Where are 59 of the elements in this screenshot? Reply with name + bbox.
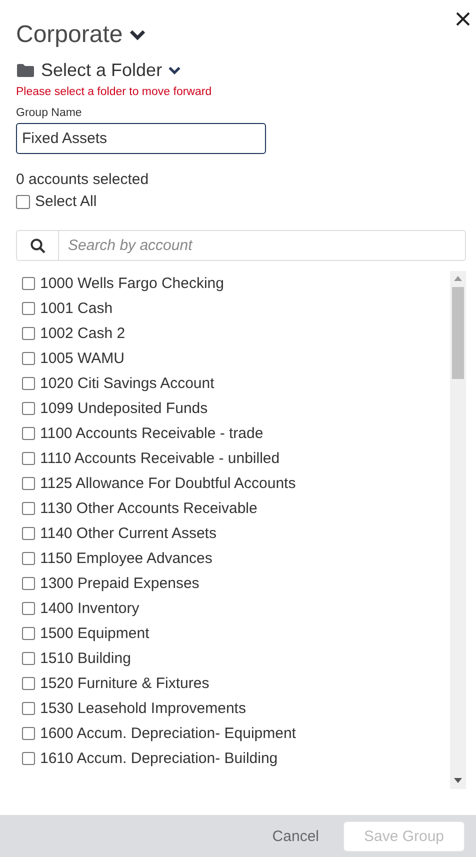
account-label[interactable]: 1300 Prepaid Expenses <box>40 575 200 592</box>
account-label[interactable]: 1530 Leasehold Improvements <box>40 700 246 717</box>
account-label[interactable]: 1000 Wells Fargo Checking <box>40 275 224 292</box>
checkbox[interactable] <box>16 194 30 208</box>
account-label[interactable]: 1125 Allowance For Doubtful Accounts <box>40 475 296 492</box>
checkbox[interactable] <box>22 627 35 640</box>
field-label: Group Name <box>16 107 83 119</box>
account-label[interactable]: 1150 Employee Advances <box>40 550 212 567</box>
account-label[interactable]: 1400 Inventory <box>40 600 140 617</box>
dialog-title: Corporate <box>16 21 123 49</box>
checkbox[interactable] <box>22 427 35 440</box>
checkbox[interactable] <box>22 702 35 715</box>
account-label[interactable]: 1140 Other Current Assets <box>40 525 216 542</box>
folder-selector[interactable]: Select a Folder <box>41 60 162 80</box>
cancel-button[interactable]: Cancel <box>268 824 323 848</box>
account-label[interactable]: 1005 WAMU <box>40 350 124 367</box>
account-label[interactable]: 1110 Accounts Receivable - unbilled <box>40 450 280 467</box>
scroll-up-icon[interactable] <box>454 276 462 281</box>
account-label[interactable]: 1610 Accum. Depreciation- Building <box>40 750 278 767</box>
selection-count: 0 accounts selected <box>16 171 150 188</box>
search-icon <box>30 238 46 254</box>
chevron-down-icon[interactable] <box>128 29 146 41</box>
account-label[interactable]: 1002 Cash 2 <box>40 325 126 342</box>
account-label[interactable]: 1100 Accounts Receivable - trade <box>40 425 264 442</box>
checkbox[interactable] <box>22 577 35 590</box>
account-label[interactable]: 1600 Accum. Depreciation- Equipment <box>40 725 296 742</box>
account-label[interactable]: 1520 Furniture & Fixtures <box>40 675 210 692</box>
account-label[interactable]: 1020 Citi Savings Account <box>40 375 214 392</box>
account-label[interactable]: 1510 Building <box>40 650 131 667</box>
account-label[interactable]: 1001 Cash <box>40 300 113 317</box>
checkbox[interactable] <box>22 652 35 665</box>
close-icon[interactable] <box>454 10 472 28</box>
checkbox[interactable] <box>22 477 35 490</box>
checkbox[interactable] <box>22 502 35 515</box>
scroll-down-icon[interactable] <box>454 778 462 783</box>
checkbox[interactable] <box>22 277 35 290</box>
checkbox[interactable] <box>22 602 35 615</box>
checkbox[interactable] <box>22 327 35 340</box>
checkbox[interactable] <box>22 302 35 315</box>
checkbox[interactable] <box>22 752 35 765</box>
checkbox[interactable] <box>22 677 35 690</box>
checkbox[interactable] <box>22 377 35 390</box>
account-label[interactable]: 1099 Undeposited Funds <box>40 400 208 417</box>
checkbox[interactable] <box>22 452 35 465</box>
account-label[interactable]: 1130 Other Accounts Receivable <box>40 500 258 517</box>
scrollbar[interactable] <box>450 271 466 789</box>
checkbox[interactable] <box>22 402 35 415</box>
account-label[interactable]: 1500 Equipment <box>40 625 150 642</box>
checkbox[interactable] <box>22 527 35 540</box>
select-all-label[interactable]: Select All <box>35 193 97 210</box>
search-field[interactable]: Search by account <box>59 230 466 261</box>
group-name-field[interactable]: Fixed Assets <box>16 123 266 154</box>
error-message: Please select a folder to move forward <box>16 86 213 98</box>
checkbox[interactable] <box>22 352 35 365</box>
checkbox[interactable] <box>22 727 35 740</box>
scrollbar-thumb[interactable] <box>452 287 464 379</box>
chevron-down-icon[interactable] <box>168 66 182 74</box>
folder-icon <box>16 62 35 78</box>
checkbox[interactable] <box>22 552 35 565</box>
